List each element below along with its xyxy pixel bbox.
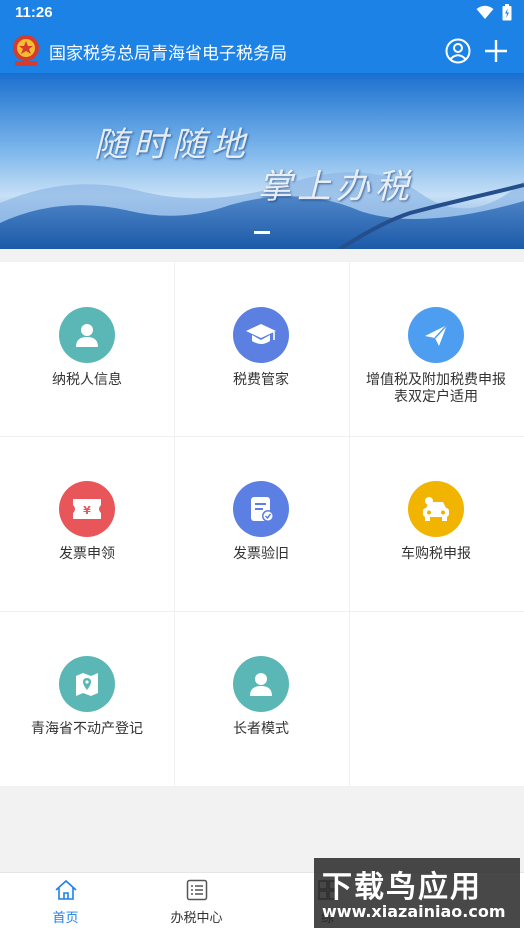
service-label: 发票验旧 (233, 545, 289, 561)
list-icon (186, 879, 207, 901)
service-vat-declaration[interactable]: 增值税及附加税费申报表双定户适用 (349, 262, 523, 436)
promo-banner[interactable]: 随时随地 掌上办税 (0, 73, 524, 249)
status-icons (476, 4, 512, 21)
service-label: 发票申领 (59, 545, 115, 561)
nav-home[interactable]: 首页 (0, 879, 131, 926)
person-icon (233, 656, 289, 712)
nav-tax-center[interactable]: 办税中心 (131, 879, 262, 926)
plus-icon (485, 40, 507, 62)
banner-page-indicator (254, 231, 270, 234)
home-icon (54, 879, 77, 900)
graduation-cap-icon (233, 307, 289, 363)
document-check-icon (233, 481, 289, 537)
service-invoice-verify[interactable]: 发票验旧 (174, 436, 348, 610)
service-elder-mode[interactable]: 长者模式 (174, 611, 348, 785)
service-label: 车购税申报 (401, 545, 471, 561)
watermark-url: www.xiazainiao.com (322, 902, 506, 921)
tax-bureau-emblem-icon (13, 35, 39, 66)
user-profile-button[interactable] (444, 37, 472, 65)
nav-label: 首页 (52, 910, 79, 925)
user-circle-icon (445, 38, 471, 64)
banner-slogan-line2: 掌上办税 (258, 167, 414, 207)
service-label: 青海省不动产登记 (31, 720, 143, 736)
car-icon (408, 481, 464, 537)
service-grid: 纳税人信息 税费管家 增值税及附加税费申报表双定户适用 ¥ 发票申领 发票验旧 … (0, 262, 524, 786)
service-label: 长者模式 (233, 720, 289, 736)
service-tax-manager[interactable]: 税费管家 (174, 262, 348, 436)
battery-icon (502, 4, 512, 21)
service-label: 增值税及附加税费申报表双定户适用 (366, 371, 506, 404)
wifi-icon (476, 5, 494, 19)
service-invoice-apply[interactable]: ¥ 发票申领 (0, 436, 174, 610)
person-icon (59, 307, 115, 363)
header-actions (444, 37, 510, 65)
service-vehicle-tax[interactable]: 车购税申报 (349, 436, 523, 610)
ticket-icon: ¥ (59, 481, 115, 537)
status-bar: 11:26 (0, 0, 524, 27)
service-real-estate-registration[interactable]: 青海省不动产登记 (0, 611, 174, 785)
paper-plane-icon (408, 307, 464, 363)
watermark-overlay: 下载鸟应用 www.xiazainiao.com (314, 858, 520, 928)
nav-label: 办税中心 (170, 910, 223, 925)
watermark-title: 下载鸟应用 (322, 870, 482, 905)
banner-slogan-line1: 随时随地 (94, 125, 250, 165)
app-title: 国家税务总局青海省电子税务局 (49, 44, 287, 63)
service-label: 税费管家 (233, 371, 289, 387)
app-header: 国家税务总局青海省电子税务局 (0, 27, 524, 73)
svg-text:¥: ¥ (83, 504, 91, 517)
add-button[interactable] (482, 37, 510, 65)
status-time: 11:26 (15, 4, 53, 21)
service-label: 纳税人信息 (52, 371, 122, 387)
service-taxpayer-info[interactable]: 纳税人信息 (0, 262, 174, 436)
map-pin-icon (59, 656, 115, 712)
